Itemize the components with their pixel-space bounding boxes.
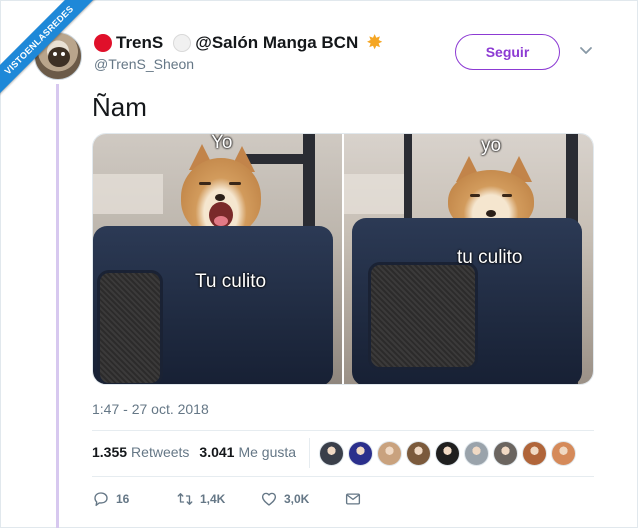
retweet-count: 1,4K xyxy=(200,492,226,506)
meme-bottom-label: tu culito xyxy=(457,247,523,268)
engagement-stats: 1.355 Retweets 3.041 Me gusta xyxy=(92,444,296,460)
divider xyxy=(92,430,594,431)
divider xyxy=(309,438,310,468)
meme-top-label: Yo xyxy=(211,134,233,153)
divider xyxy=(92,476,594,477)
direct-message-button[interactable] xyxy=(344,490,362,508)
likers-avatars xyxy=(319,441,576,466)
reply-button[interactable]: 16 xyxy=(92,490,176,508)
meme-bottom-label: Tu culito xyxy=(195,271,267,292)
reply-icon xyxy=(94,492,108,507)
tweet-actions: 16 1,4K 3,0K xyxy=(92,490,362,508)
meme-top-label: yo xyxy=(481,135,502,156)
envelope-icon xyxy=(345,493,361,505)
chevron-down-icon[interactable] xyxy=(578,42,594,58)
liker-avatar[interactable] xyxy=(522,441,547,466)
retweet-button[interactable]: 1,4K xyxy=(176,490,260,508)
tweet-timestamp[interactable]: 1:47 - 27 oct. 2018 xyxy=(92,401,209,417)
background-shelf xyxy=(344,174,404,214)
retweet-icon xyxy=(177,493,193,505)
heart-icon xyxy=(261,492,277,506)
background-shelf xyxy=(93,174,163,214)
reply-count: 16 xyxy=(116,492,130,506)
likes-label[interactable]: Me gusta xyxy=(238,444,296,460)
star-emoji-icon: ✸ xyxy=(366,32,383,54)
likes-count[interactable]: 3.041 xyxy=(199,444,234,460)
liker-avatar[interactable] xyxy=(551,441,576,466)
retweets-count[interactable]: 1.355 xyxy=(92,444,127,460)
retweets-label[interactable]: Retweets xyxy=(131,444,189,460)
watermark-text: VISTOENLASREDES xyxy=(0,0,107,108)
liker-avatar[interactable] xyxy=(377,441,402,466)
watermark: VISTOENLASREDES xyxy=(0,0,110,110)
follow-button[interactable]: Seguir xyxy=(455,34,560,70)
like-button[interactable]: 3,0K xyxy=(260,490,344,508)
tweet-media[interactable]: Yo Tu culito yo tu culito xyxy=(92,133,594,385)
liker-avatar[interactable] xyxy=(464,441,489,466)
display-name-part1: TrenS xyxy=(116,33,164,52)
white-circle-emoji xyxy=(173,34,192,52)
thread-line xyxy=(56,84,59,528)
liker-avatar[interactable] xyxy=(319,441,344,466)
liker-avatar[interactable] xyxy=(493,441,518,466)
stroller-bar xyxy=(404,134,412,224)
carrier-mesh xyxy=(368,262,478,370)
like-count: 3,0K xyxy=(284,492,310,506)
meme-panel-left[interactable]: Yo Tu culito xyxy=(93,134,342,384)
liker-avatar[interactable] xyxy=(348,441,373,466)
display-name-part2: @Salón Manga BCN xyxy=(195,33,359,52)
carrier-mesh xyxy=(97,270,163,384)
display-name[interactable]: TrenS @Salón Manga BCN ✸ xyxy=(94,32,383,54)
liker-avatar[interactable] xyxy=(435,441,460,466)
meme-panel-right[interactable]: yo tu culito xyxy=(344,134,593,384)
dog-yawning xyxy=(181,158,261,236)
liker-avatar[interactable] xyxy=(406,441,431,466)
